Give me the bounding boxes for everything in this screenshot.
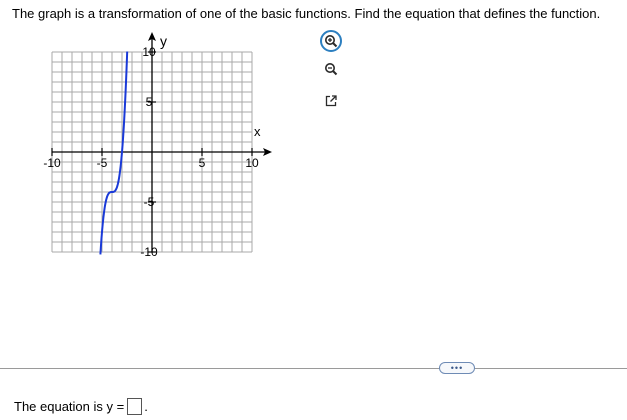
external-window-icon	[324, 94, 338, 113]
more-options-button[interactable]: •••	[439, 362, 475, 374]
section-divider	[0, 368, 627, 369]
y-tick-label: 5	[146, 95, 153, 109]
zoom-in-button[interactable]	[318, 28, 344, 54]
question-text: The graph is a transformation of one of …	[12, 6, 601, 21]
answer-suffix: .	[144, 399, 148, 414]
x-tick-label: -5	[97, 156, 108, 170]
y-tick-label: -5	[144, 195, 155, 209]
y-tick-label: 10	[142, 45, 156, 59]
function-graph: -10 -5 5 10 10 5 -5 -10 x y	[43, 32, 272, 259]
x-tick-label: 5	[199, 156, 206, 170]
zoom-in-icon	[320, 30, 342, 52]
y-tick-label: -10	[140, 245, 158, 259]
answer-input[interactable]	[127, 398, 143, 415]
x-axis-label: x	[254, 124, 261, 139]
zoom-out-icon	[324, 62, 338, 81]
popout-button[interactable]	[318, 90, 344, 116]
zoom-out-button[interactable]	[318, 58, 344, 84]
answer-prefix: The equation is y =	[14, 399, 125, 414]
x-tick-label: 10	[245, 156, 259, 170]
answer-row: The equation is y = .	[14, 398, 148, 415]
x-tick-label: -10	[43, 156, 61, 170]
y-axis-label: y	[160, 33, 167, 49]
